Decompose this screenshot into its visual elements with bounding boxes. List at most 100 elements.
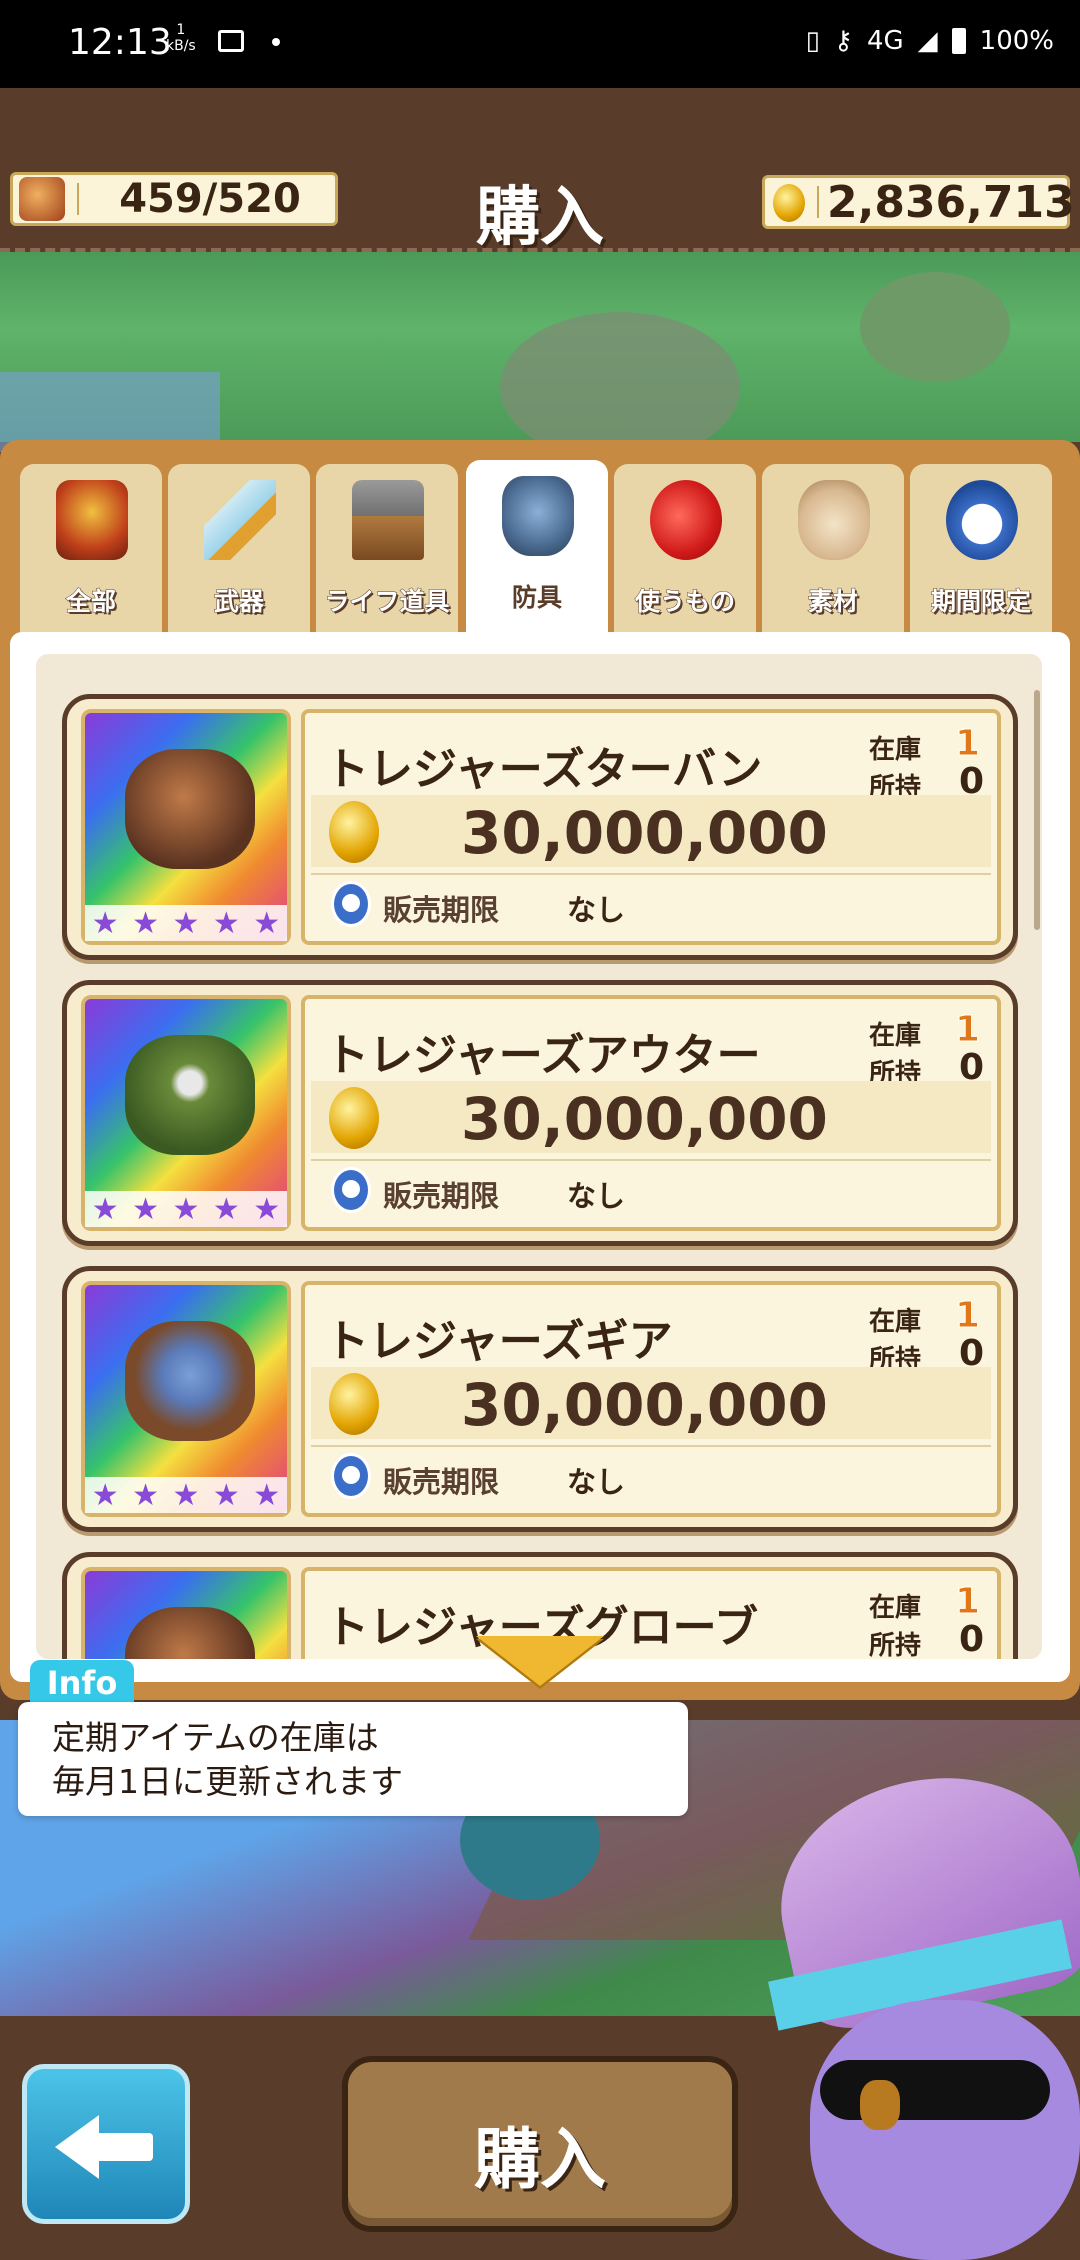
- stock-value: 1: [954, 723, 981, 765]
- stock-label: 在庫: [869, 1021, 922, 1051]
- network-type: 4G: [866, 26, 904, 56]
- key-icon: ⚷: [833, 26, 853, 56]
- item-price: 30,000,000: [461, 1085, 828, 1153]
- inventory-count: 459/520: [119, 176, 301, 222]
- page-title: 購入: [476, 181, 604, 255]
- item-name: トレジャーズギア: [325, 1316, 673, 1367]
- turban-icon: [125, 749, 255, 869]
- star-icon: ★: [253, 1477, 281, 1513]
- sunglasses: [820, 2060, 1050, 2120]
- stock-label: 在庫: [869, 1593, 922, 1623]
- tab-all[interactable]: 全部: [20, 464, 162, 634]
- stock-value: 1: [954, 1581, 981, 1623]
- status-indicators: ▯ ⚷ 4G ◢ 100%: [806, 26, 1054, 56]
- star-icon: ★: [172, 1191, 200, 1227]
- item-price: 30,000,000: [461, 799, 828, 867]
- sword-icon: [204, 480, 276, 560]
- tab-materials[interactable]: 素材: [762, 464, 904, 634]
- glove-icon: [125, 1607, 255, 1659]
- star-icon: ★: [172, 905, 200, 941]
- rarity-stars: ★ ★ ★ ★ ★: [85, 905, 287, 941]
- price-row: 30,000,000: [311, 795, 991, 867]
- item-info: トレジャーズグローブ 在庫 1 所持 0: [301, 1567, 1001, 1659]
- scroll-down-icon[interactable]: [476, 1636, 604, 1686]
- image-notification-icon: [218, 30, 244, 52]
- coin-icon: [329, 801, 379, 863]
- mascot-character: [740, 1751, 1080, 2260]
- coin-icon: [329, 1373, 379, 1435]
- info-tag: Info: [30, 1660, 134, 1706]
- star-icon: ★: [253, 905, 281, 941]
- stock-label: 在庫: [869, 735, 922, 765]
- sale-limit-row: 販売期限 なし: [311, 873, 991, 935]
- sale-limit-value: なし: [567, 893, 626, 927]
- network-speed: 1 kB/s: [166, 22, 196, 54]
- battery-icon: [951, 28, 966, 54]
- star-icon: ★: [172, 1477, 200, 1513]
- bag-icon: [798, 480, 870, 560]
- item-card[interactable]: ★ ★ ★ ★ ★ トレジャーズギア 在庫 1 所持 0 30,000,000 販売期限…: [62, 1266, 1018, 1532]
- inventory-counter[interactable]: 459/520: [10, 172, 338, 226]
- sale-limit-value: なし: [567, 1179, 626, 1213]
- hammer-icon: [352, 480, 424, 560]
- divider: [77, 183, 79, 215]
- status-bar: 12:13 1 kB/s ▯ ⚷ 4G ◢ 100%: [0, 0, 1080, 88]
- owned-label: 所持: [869, 1631, 922, 1659]
- item-card[interactable]: ★ ★ ★ ★ ★ トレジャーズターバン 在庫 1 所持 0 30,000,000 販売…: [62, 694, 1018, 960]
- sale-limit-label: 販売期限: [383, 1465, 500, 1499]
- sale-limit-row: 販売期限 なし: [311, 1159, 991, 1221]
- star-icon: ★: [212, 1191, 240, 1227]
- tab-consumables[interactable]: 使うもの: [614, 464, 756, 634]
- info-message-box: 定期アイテムの在庫は 毎月1日に更新されます: [18, 1702, 688, 1816]
- item-thumbnail: ★ ★ ★ ★ ★: [81, 995, 291, 1231]
- item-info: トレジャーズターバン 在庫 1 所持 0 30,000,000 販売期限 なし: [301, 709, 1001, 945]
- background-scenery: [0, 252, 1080, 462]
- star-icon: ★: [91, 1191, 119, 1227]
- battery-level: 100%: [979, 26, 1054, 56]
- price-row: 30,000,000: [311, 1081, 991, 1153]
- star-icon: ★: [91, 905, 119, 941]
- tab-life-tools[interactable]: ライフ道具: [316, 464, 458, 634]
- gear-pants-icon: [125, 1321, 255, 1441]
- star-icon: ★: [132, 1477, 160, 1513]
- armor-icon: [502, 476, 574, 556]
- item-list[interactable]: ★ ★ ★ ★ ★ トレジャーズターバン 在庫 1 所持 0 30,000,000 販売…: [36, 654, 1042, 1659]
- coin-counter: 2,836,713: [762, 175, 1075, 229]
- coin-amount: 2,836,713: [827, 176, 1075, 228]
- signal-icon: ◢: [917, 26, 938, 56]
- clock-icon: [331, 1453, 371, 1499]
- item-name: トレジャーズアウター: [325, 1030, 761, 1081]
- tab-weapons[interactable]: 武器: [168, 464, 310, 634]
- sale-limit-value: なし: [567, 1465, 626, 1499]
- purchase-button-label: 購入: [474, 2121, 606, 2198]
- rarity-stars: ★ ★ ★ ★ ★: [85, 1477, 287, 1513]
- clock-icon: [331, 881, 371, 927]
- stock-value: 1: [954, 1295, 981, 1337]
- tab-armor[interactable]: 防具: [466, 460, 608, 636]
- treasure-chest-icon: [56, 480, 128, 560]
- stopwatch-icon: [946, 480, 1018, 560]
- jacket-icon: [125, 1035, 255, 1155]
- vibrate-icon: ▯: [805, 26, 820, 56]
- item-name: トレジャーズターバン: [325, 744, 763, 795]
- divider: [817, 186, 819, 218]
- item-price: 30,000,000: [461, 1371, 828, 1439]
- coin-icon: [329, 1087, 379, 1149]
- star-icon: ★: [91, 1477, 119, 1513]
- star-icon: ★: [132, 1191, 160, 1227]
- back-button[interactable]: [22, 2064, 190, 2224]
- sale-limit-label: 販売期限: [383, 893, 500, 927]
- item-thumbnail: ★ ★ ★ ★ ★: [81, 1281, 291, 1517]
- notification-dot-icon: [272, 38, 280, 46]
- star-icon: ★: [132, 905, 160, 941]
- star-icon: ★: [253, 1191, 281, 1227]
- sale-limit-row: 販売期限 なし: [311, 1445, 991, 1507]
- item-info: トレジャーズアウター 在庫 1 所持 0 30,000,000 販売期限 なし: [301, 995, 1001, 1231]
- clock-icon: [331, 1167, 371, 1213]
- tab-limited-time[interactable]: 期間限定: [910, 464, 1052, 634]
- owned-value: 0: [959, 1619, 985, 1659]
- price-row: 30,000,000: [311, 1367, 991, 1439]
- list-scrollbar[interactable]: [1034, 690, 1040, 930]
- item-card[interactable]: ★ ★ ★ ★ ★ トレジャーズアウター 在庫 1 所持 0 30,000,000 販売…: [62, 980, 1018, 1246]
- purchase-button[interactable]: 購入: [342, 2056, 738, 2232]
